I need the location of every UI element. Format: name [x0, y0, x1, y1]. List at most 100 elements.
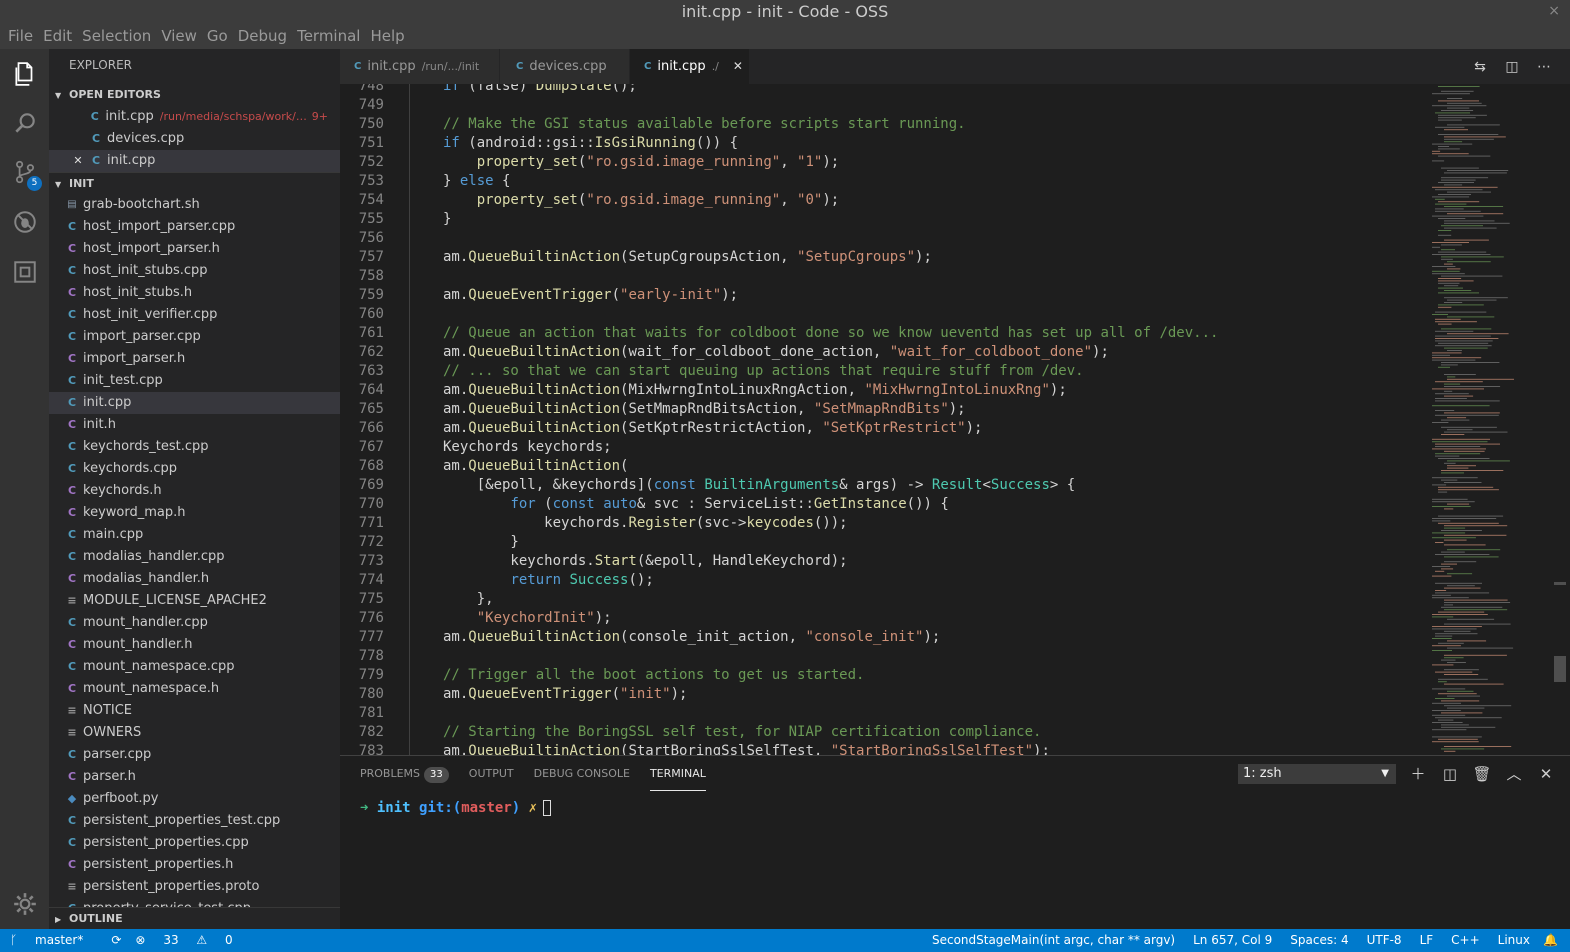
code-line[interactable]: 764 am.QueueBuiltinAction(MixHwrngIntoLin…	[340, 381, 1430, 400]
open-editor-item[interactable]: C devices.cpp	[49, 128, 340, 150]
tab-terminal[interactable]: TERMINAL	[649, 756, 706, 791]
file-tree-item[interactable]: Cpersistent_properties.cpp	[49, 832, 340, 854]
code-line[interactable]: 778	[340, 647, 1430, 666]
outline-header[interactable]: ▶ OUTLINE	[49, 907, 340, 929]
close-panel-icon[interactable]: ✕	[1530, 765, 1562, 783]
file-tree-item[interactable]: Cmount_handler.cpp	[49, 612, 340, 634]
code-line[interactable]: 781	[340, 704, 1430, 723]
file-tree-item[interactable]: Ckeychords_test.cpp	[49, 436, 340, 458]
maximize-panel-icon[interactable]: ︿	[1498, 763, 1530, 784]
code-line[interactable]: 768 am.QueueBuiltinAction(	[340, 457, 1430, 476]
file-tree-item[interactable]: Chost_import_parser.cpp	[49, 216, 340, 238]
extensions-icon[interactable]	[0, 249, 49, 295]
file-tree-item[interactable]: Chost_init_verifier.cpp	[49, 304, 340, 326]
tab-output[interactable]: OUTPUT	[469, 756, 514, 791]
file-tree-item[interactable]: Cmodalias_handler.cpp	[49, 546, 340, 568]
code-line[interactable]: 779 // Trigger all the boot actions to ge…	[340, 666, 1430, 685]
code-line[interactable]: 775 },	[340, 590, 1430, 609]
code-line[interactable]: 759 am.QueueEventTrigger("early-init");	[340, 286, 1430, 305]
terminal-prompt[interactable]: ➜ init git:(master) ✗	[360, 800, 552, 816]
code-line[interactable]: 780 am.QueueEventTrigger("init");	[340, 685, 1430, 704]
file-tree-item[interactable]: ≡ OWNERS	[49, 722, 340, 744]
code-line[interactable]: 756	[340, 229, 1430, 248]
tab-init-cpp-active[interactable]: C init.cpp ./ ✕	[630, 49, 750, 84]
menu-item-terminal[interactable]: Terminal	[293, 27, 364, 45]
file-tree-item[interactable]: Cinit_test.cpp	[49, 370, 340, 392]
menu-item-go[interactable]: Go	[203, 27, 232, 45]
code-line[interactable]: 776 "KeychordInit");	[340, 609, 1430, 628]
menu-item-selection[interactable]: Selection	[78, 27, 155, 45]
split-terminal-icon[interactable]: ◫	[1434, 765, 1466, 783]
tab-devices-cpp[interactable]: C devices.cpp	[500, 49, 630, 84]
file-tree-item[interactable]: Cmount_namespace.cpp	[49, 656, 340, 678]
file-tree-item[interactable]: Cparser.cpp	[49, 744, 340, 766]
bell-icon[interactable]: 🔔	[1543, 929, 1558, 952]
current-function[interactable]: SecondStageMain(int argc, char ** argv)	[932, 929, 1175, 952]
open-changes-icon[interactable]: ⇆	[1464, 59, 1496, 75]
code-line[interactable]: 772 }	[340, 533, 1430, 552]
code-line[interactable]: 751 if (android::gsi::IsGsiRunning()) {	[340, 134, 1430, 153]
file-tree-item[interactable]: Cimport_parser.cpp	[49, 326, 340, 348]
search-icon[interactable]	[0, 100, 49, 146]
file-tree-item[interactable]: ◆ perfboot.py	[49, 788, 340, 810]
file-tree-item[interactable]: Cpersistent_properties.h	[49, 854, 340, 876]
code-line[interactable]: 757 am.QueueBuiltinAction(SetupCgroupsAct…	[340, 248, 1430, 267]
file-tree-item[interactable]: Cmain.cpp	[49, 524, 340, 546]
file-tree-item[interactable]: Cinit.h	[49, 414, 340, 436]
code-line[interactable]: 773 keychords.Start(&epoll, HandleKeycho…	[340, 552, 1430, 571]
code-line[interactable]: 769 [&epoll, &keychords](const BuiltinAr…	[340, 476, 1430, 495]
settings-gear-icon[interactable]	[0, 881, 49, 927]
open-editors-header[interactable]: ▼ OPEN EDITORS	[49, 84, 340, 106]
file-tree-item[interactable]: Chost_init_stubs.h	[49, 282, 340, 304]
tab-problems[interactable]: PROBLEMS 33	[360, 756, 449, 791]
problems-status[interactable]: ⊗ 33 ⚠ 0	[135, 929, 246, 952]
file-tree-item[interactable]: Cmount_namespace.h	[49, 678, 340, 700]
code-line[interactable]: 767 Keychords keychords;	[340, 438, 1430, 457]
code-line[interactable]: 753} else {	[340, 172, 1430, 191]
trash-icon[interactable]: 🗑	[1466, 765, 1498, 783]
minimap[interactable]	[1430, 84, 1542, 755]
code-line[interactable]: 777 am.QueueBuiltinAction(console_init_ac…	[340, 628, 1430, 647]
code-line[interactable]: 761 // Queue an action that waits for col…	[340, 324, 1430, 343]
code-line[interactable]: 770 for (const auto& svc : ServiceList::…	[340, 495, 1430, 514]
language-mode[interactable]: C++	[1451, 929, 1480, 952]
code-line[interactable]: 763 // ... so that we can start queuing u…	[340, 362, 1430, 381]
sync-icon[interactable]: ⟳	[111, 929, 121, 952]
menu-item-file[interactable]: File	[4, 27, 37, 45]
file-tree-item[interactable]: Ckeychords.h	[49, 480, 340, 502]
file-tree-item[interactable]: Cinit.cpp	[49, 392, 340, 414]
split-editor-icon[interactable]: ◫	[1496, 59, 1528, 75]
code-line[interactable]: 765 am.QueueBuiltinAction(SetMmapRndBitsA…	[340, 400, 1430, 419]
menu-item-edit[interactable]: Edit	[39, 27, 76, 45]
file-tree-item[interactable]: Cmodalias_handler.h	[49, 568, 340, 590]
menu-item-help[interactable]: Help	[366, 27, 408, 45]
source-control-icon[interactable]: 5	[0, 149, 49, 195]
debug-icon[interactable]	[0, 199, 49, 245]
encoding[interactable]: UTF-8	[1367, 929, 1402, 952]
explorer-icon[interactable]	[0, 51, 49, 97]
tab-init-cpp-run[interactable]: C init.cpp /run/.../init	[340, 49, 500, 84]
close-icon[interactable]: ✕	[733, 49, 743, 84]
terminal-select[interactable]: 1: zsh ▼	[1238, 764, 1396, 784]
code-line[interactable]: 749	[340, 96, 1430, 115]
code-line[interactable]: 755}	[340, 210, 1430, 229]
cursor-position[interactable]: Ln 657, Col 9	[1193, 929, 1272, 952]
line-ending[interactable]: LF	[1420, 929, 1434, 952]
tab-debug-console[interactable]: DEBUG CONSOLE	[534, 756, 630, 791]
file-tree-item[interactable]: Cparser.h	[49, 766, 340, 788]
menu-item-view[interactable]: View	[157, 27, 201, 45]
code-line[interactable]: 752 property_set("ro.gsid.image_running"…	[340, 153, 1430, 172]
close-icon[interactable]: ✕	[69, 150, 87, 172]
indentation[interactable]: Spaces: 4	[1290, 929, 1348, 952]
code-line[interactable]: 774 return Success();	[340, 571, 1430, 590]
code-line[interactable]: 766 am.QueueBuiltinAction(SetKptrRestrict…	[340, 419, 1430, 438]
platform[interactable]: Linux	[1498, 929, 1530, 952]
file-tree-item[interactable]: Chost_init_stubs.cpp	[49, 260, 340, 282]
code-line[interactable]: 760	[340, 305, 1430, 324]
file-tree-item[interactable]: Cimport_parser.h	[49, 348, 340, 370]
code-editor[interactable]: 748 if (false) DumpState(); 749 750 // Make …	[340, 84, 1570, 755]
more-actions-icon[interactable]: ⋯	[1528, 59, 1560, 75]
code-line[interactable]: 758	[340, 267, 1430, 286]
window-close-icon[interactable]: ×	[1548, 0, 1560, 23]
file-tree-item[interactable]: ≡ persistent_properties.proto	[49, 876, 340, 898]
